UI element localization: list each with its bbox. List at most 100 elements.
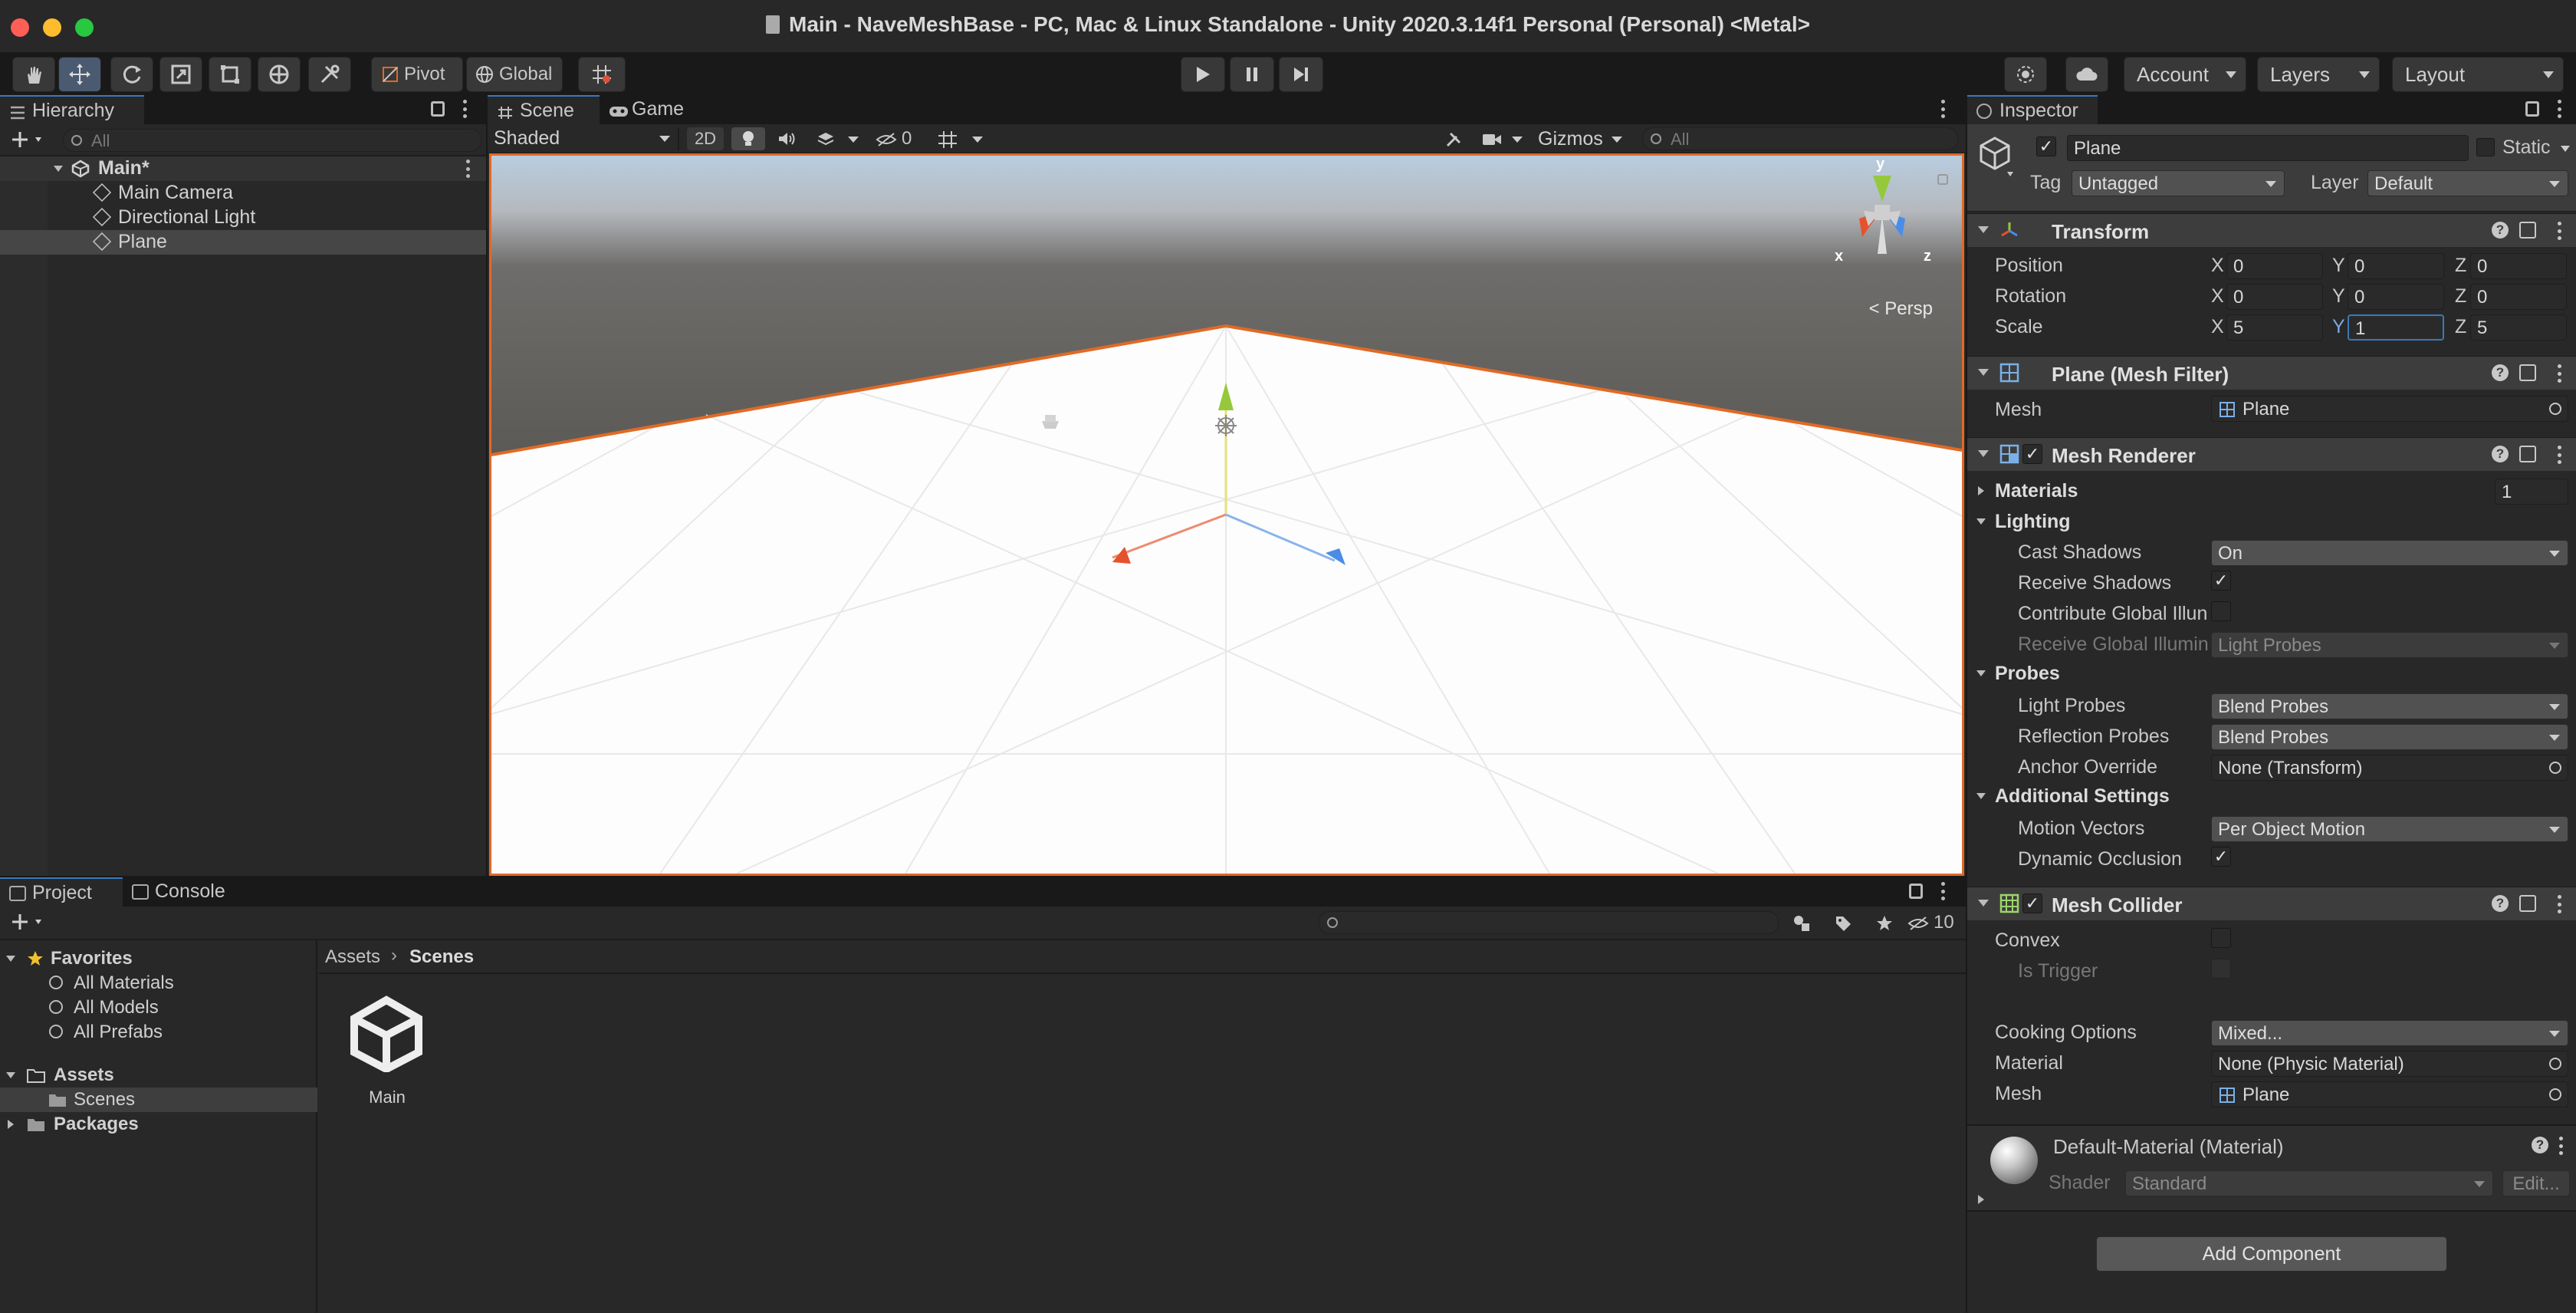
- favorite-all-materials[interactable]: All Materials: [0, 971, 317, 995]
- cast-shadows-dropdown[interactable]: On: [2211, 540, 2568, 566]
- position-z-field[interactable]: 0: [2470, 253, 2567, 279]
- mesh-collider-header[interactable]: ✓ Mesh Collider ?: [1967, 887, 2576, 920]
- object-active-checkbox[interactable]: ✓: [2036, 137, 2056, 156]
- global-toggle[interactable]: Global: [466, 57, 563, 92]
- tab-game[interactable]: Game: [600, 95, 704, 124]
- component-menu-icon[interactable]: [2558, 222, 2562, 240]
- account-dropdown[interactable]: Account: [2124, 57, 2246, 92]
- play-button[interactable]: [1181, 57, 1225, 92]
- 2d-mode-toggle[interactable]: 2D: [687, 127, 724, 150]
- static-checkbox[interactable]: [2476, 138, 2495, 156]
- component-menu-icon[interactable]: [2558, 364, 2562, 383]
- panel-splitter[interactable]: [1966, 95, 1967, 1313]
- chevron-down-icon[interactable]: [1976, 793, 1986, 799]
- cooking-options-dropdown[interactable]: Mixed...: [2211, 1020, 2568, 1046]
- create-button[interactable]: [9, 127, 52, 152]
- object-name-field[interactable]: Plane: [2067, 135, 2469, 161]
- step-button[interactable]: [1279, 57, 1323, 92]
- help-icon[interactable]: ?: [2492, 222, 2509, 239]
- favorite-all-prefabs[interactable]: All Prefabs: [0, 1020, 317, 1045]
- directional-light-gizmo[interactable]: [1215, 415, 1237, 436]
- collider-mesh-field[interactable]: Plane: [2211, 1081, 2568, 1107]
- scene-menu-icon[interactable]: [466, 160, 472, 178]
- position-y-field[interactable]: 0: [2348, 253, 2444, 279]
- collab-button[interactable]: [2004, 57, 2047, 92]
- additional-settings-label[interactable]: Additional Settings: [1995, 785, 2170, 808]
- mesh-renderer-header[interactable]: ✓ Mesh Renderer ?: [1967, 437, 2576, 471]
- help-icon[interactable]: ?: [2492, 364, 2509, 381]
- search-by-label-button[interactable]: [1828, 911, 1858, 934]
- lock-icon[interactable]: [431, 101, 445, 117]
- component-menu-icon[interactable]: [2558, 446, 2562, 464]
- favorite-all-models[interactable]: All Models: [0, 995, 317, 1020]
- static-dropdown[interactable]: [2561, 146, 2570, 152]
- transform-header[interactable]: Transform ?: [1967, 213, 2576, 247]
- scene-viewport[interactable]: y x z < Persp: [489, 153, 1964, 876]
- orientation-gizmo[interactable]: y x z: [1824, 156, 1939, 277]
- lock-icon[interactable]: [2525, 101, 2539, 117]
- preset-icon[interactable]: [2519, 446, 2536, 462]
- motion-vectors-dropdown[interactable]: Per Object Motion: [2211, 816, 2568, 842]
- assets-folder[interactable]: Assets: [0, 1063, 317, 1088]
- object-picker-icon[interactable]: [2549, 1088, 2561, 1101]
- pivot-toggle[interactable]: Pivot: [371, 57, 463, 92]
- materials-count-field[interactable]: 1: [2495, 479, 2568, 505]
- tab-console[interactable]: Console: [123, 877, 248, 907]
- scene-lighting-toggle[interactable]: [731, 127, 765, 150]
- object-picker-icon[interactable]: [2549, 762, 2561, 774]
- grid-snapping-button[interactable]: [578, 57, 626, 92]
- help-icon[interactable]: ?: [2492, 446, 2509, 462]
- transform-tool-button[interactable]: [258, 57, 301, 92]
- packages-folder[interactable]: Packages: [0, 1112, 317, 1137]
- hierarchy-search-input[interactable]: All: [63, 129, 481, 152]
- chevron-down-icon[interactable]: [1976, 518, 1986, 525]
- rotation-z-field[interactable]: 0: [2470, 284, 2567, 310]
- material-menu-icon[interactable]: [2559, 1137, 2564, 1155]
- pause-button[interactable]: [1230, 57, 1274, 92]
- panel-menu-icon[interactable]: [2558, 100, 2564, 118]
- chevron-down-icon[interactable]: [1976, 670, 1986, 676]
- help-icon[interactable]: ?: [2532, 1137, 2548, 1153]
- panel-splitter[interactable]: [486, 95, 488, 877]
- scene-tools-button[interactable]: [1437, 127, 1470, 150]
- contribute-gi-checkbox[interactable]: [2211, 601, 2231, 621]
- object-picker-icon[interactable]: [2549, 1058, 2561, 1070]
- custom-tool-button[interactable]: [308, 57, 351, 92]
- panel-menu-icon[interactable]: [463, 100, 469, 118]
- tab-scene[interactable]: Scene: [488, 95, 600, 124]
- scale-x-field[interactable]: 5: [2226, 314, 2323, 341]
- panel-menu-icon[interactable]: [1941, 882, 1947, 900]
- materials-label[interactable]: Materials: [1995, 480, 2078, 502]
- move-tool-button[interactable]: [58, 57, 101, 92]
- lighting-label[interactable]: Lighting: [1995, 511, 2071, 533]
- probes-label[interactable]: Probes: [1995, 663, 2060, 685]
- breadcrumb-assets[interactable]: Assets: [325, 946, 380, 968]
- shader-dropdown[interactable]: Standard: [2125, 1170, 2493, 1196]
- layers-dropdown[interactable]: Layers: [2257, 57, 2380, 92]
- layout-dropdown[interactable]: Layout: [2392, 57, 2564, 92]
- scene-audio-toggle[interactable]: [770, 127, 803, 150]
- perspective-toggle[interactable]: < Persp: [1869, 298, 1933, 320]
- cloud-button[interactable]: [2065, 57, 2108, 92]
- object-picker-icon[interactable]: [2549, 403, 2561, 415]
- preset-icon[interactable]: [2519, 222, 2536, 239]
- lock-icon[interactable]: [1909, 884, 1923, 899]
- scale-tool-button[interactable]: [159, 57, 202, 92]
- breadcrumb-scenes[interactable]: Scenes: [409, 946, 474, 968]
- anchor-override-field[interactable]: None (Transform): [2211, 755, 2568, 781]
- scale-y-field[interactable]: 1: [2348, 314, 2444, 341]
- project-create-button[interactable]: [9, 910, 52, 934]
- reflection-probes-dropdown[interactable]: Blend Probes: [2211, 724, 2568, 750]
- tab-inspector[interactable]: Inspector: [1967, 95, 2098, 124]
- panel-menu-icon[interactable]: [1941, 100, 1947, 118]
- scene-row[interactable]: Main*: [0, 156, 486, 181]
- edit-shader-button[interactable]: Edit...: [2502, 1170, 2570, 1196]
- tab-hierarchy[interactable]: Hierarchy: [0, 95, 144, 124]
- tab-project[interactable]: Project: [0, 877, 123, 907]
- hierarchy-item-main-camera[interactable]: Main Camera: [0, 181, 486, 206]
- hidden-packages-toggle[interactable]: 10: [1906, 911, 1963, 934]
- project-search-input[interactable]: [1319, 911, 1779, 934]
- search-by-type-button[interactable]: [1786, 911, 1817, 934]
- layer-dropdown[interactable]: Default: [2367, 170, 2568, 196]
- rect-tool-button[interactable]: [209, 57, 251, 92]
